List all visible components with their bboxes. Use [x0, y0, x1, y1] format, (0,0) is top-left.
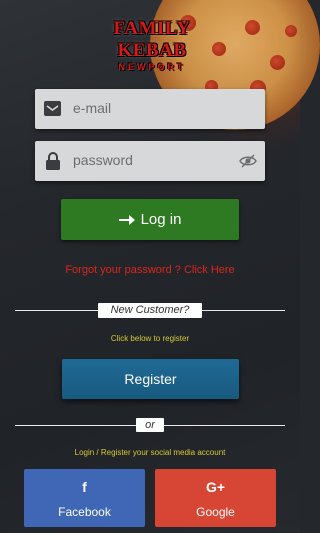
google-button[interactable]: G+ Google: [155, 469, 276, 527]
register-button[interactable]: Register: [62, 359, 239, 399]
envelope-icon: [43, 99, 63, 119]
forgot-password-link[interactable]: Forgot your password ? Click Here: [0, 264, 300, 276]
eye-off-icon[interactable]: [239, 153, 257, 169]
login-label: Log in: [140, 211, 182, 228]
lock-icon: [43, 151, 63, 171]
register-hint: Click below to register: [110, 334, 190, 343]
password-placeholder: password: [73, 152, 133, 168]
brand-logo: FAMILY KEBAB NEWPORT: [92, 18, 212, 72]
or-label: or: [136, 418, 164, 432]
facebook-label: Facebook: [58, 505, 111, 519]
google-label: Google: [196, 505, 235, 519]
facebook-button[interactable]: f Facebook: [24, 469, 145, 527]
arrow-right-icon: [118, 214, 135, 225]
google-plus-icon: G+: [205, 479, 226, 495]
email-placeholder: e-mail: [73, 100, 112, 116]
email-field[interactable]: e-mail: [35, 89, 265, 129]
login-button[interactable]: Log in: [61, 199, 239, 240]
brand-name: FAMILY KEBAB: [113, 18, 191, 61]
facebook-icon: f: [82, 479, 87, 495]
password-field[interactable]: password: [35, 141, 265, 181]
brand-location: NEWPORT: [118, 62, 186, 72]
social-hint: Login / Register your social media accou…: [74, 448, 226, 457]
register-label: Register: [124, 371, 177, 387]
new-customer-label: New Customer?: [98, 303, 202, 318]
